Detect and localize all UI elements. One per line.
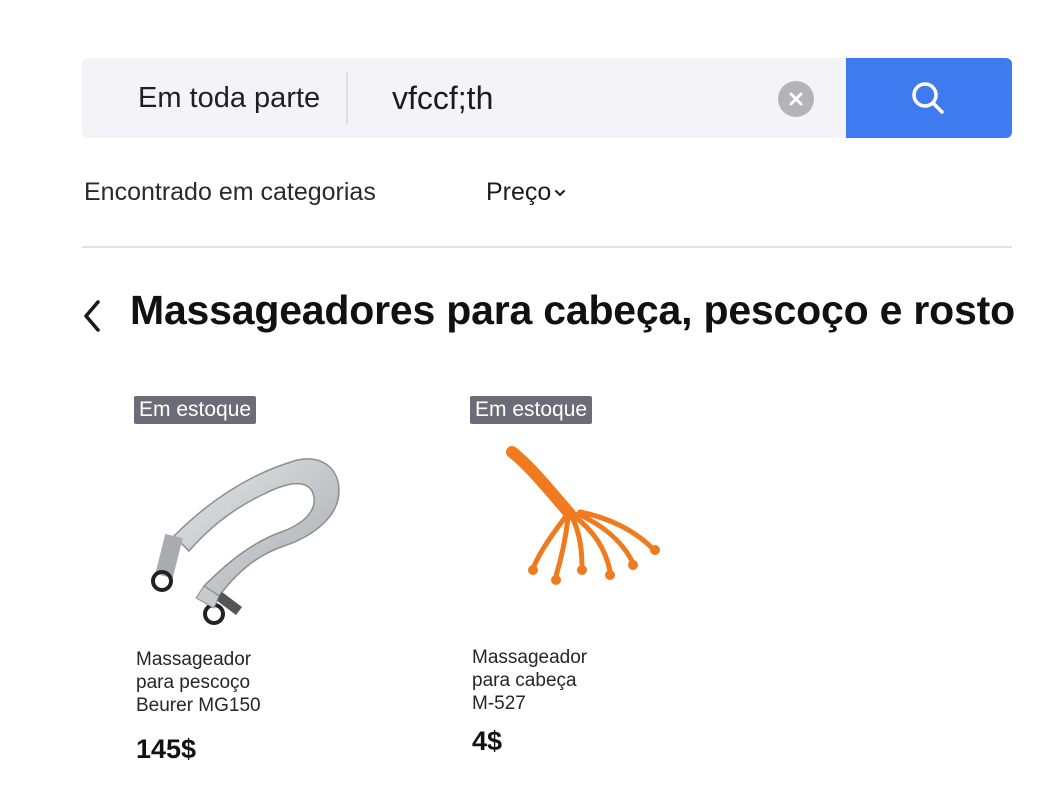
search-divider: [346, 72, 348, 124]
search-scope-selector[interactable]: Em toda parte: [138, 58, 320, 138]
product-price: 4$: [472, 726, 503, 756]
filter-price-label: Preço: [486, 178, 552, 206]
product-name-line: Massageador: [136, 649, 252, 670]
back-button[interactable]: [76, 296, 108, 336]
search-button[interactable]: [846, 58, 1012, 138]
product-name-line: M-527: [472, 693, 526, 714]
filters-bar: Encontrado em categorias Preço: [84, 170, 1014, 214]
chevron-left-icon: [84, 300, 100, 332]
section-divider: [82, 246, 1012, 248]
filter-price[interactable]: Preço: [486, 170, 566, 214]
product-card[interactable]: Em estoque Massageador para cabeça M-527…: [470, 396, 720, 776]
page-title: Massageadores para cabeça, pescoço e ros…: [130, 287, 1015, 333]
search-icon: [912, 82, 944, 114]
product-name-line: para cabeça: [472, 670, 577, 691]
product-image-head-massager: [506, 446, 660, 585]
product-name-line: para pescoço: [136, 672, 251, 693]
product-price: 145$: [136, 734, 197, 764]
product-name-line: Massageador: [472, 647, 588, 668]
search-input[interactable]: [378, 72, 766, 124]
product-name: Massageador para pescoço Beurer MG150: [136, 648, 366, 717]
product-card[interactable]: Em estoque Massageador para pescoço Beur…: [134, 396, 384, 776]
product-image-neck-massager: [151, 458, 340, 625]
product-name-line: Beurer MG150: [136, 695, 261, 716]
clear-search-button[interactable]: [778, 81, 814, 117]
stock-badge: Em estoque: [134, 396, 257, 424]
close-icon: [789, 92, 803, 106]
search-bar: Em toda parte: [82, 58, 1012, 138]
stock-badge: Em estoque: [470, 396, 593, 424]
product-name: Massageador para cabeça M-527: [472, 646, 702, 715]
filter-categories[interactable]: Encontrado em categorias: [84, 170, 376, 214]
chevron-down-icon: [555, 190, 566, 197]
